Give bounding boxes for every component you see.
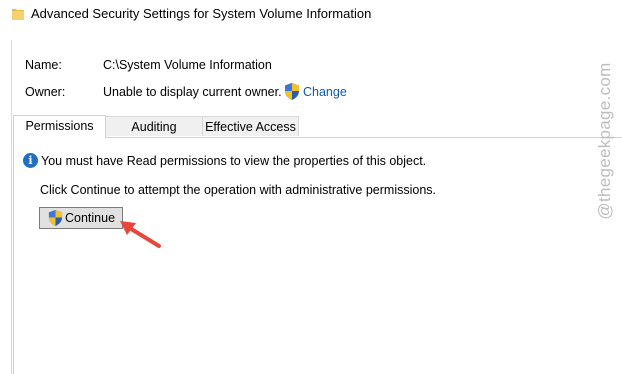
name-label: Name:	[25, 58, 62, 72]
uac-shield-icon	[48, 210, 63, 226]
window-title: Advanced Security Settings for System Vo…	[31, 6, 372, 21]
continue-button-label: Continue	[65, 211, 116, 225]
owner-value: Unable to display current owner.	[103, 85, 282, 99]
tab-effective-access[interactable]: Effective Access	[202, 116, 299, 136]
read-permission-message: You must have Read permissions to view t…	[41, 154, 427, 168]
continue-hint-text: Click Continue to attempt the operation …	[40, 183, 437, 197]
uac-shield-icon[interactable]	[284, 83, 300, 100]
title-bar: Advanced Security Settings for System Vo…	[0, 0, 622, 28]
change-owner-link[interactable]: Change	[303, 84, 347, 100]
advanced-security-settings-window: Advanced Security Settings for System Vo…	[0, 0, 622, 374]
folder-icon	[12, 9, 24, 20]
red-arrow-icon	[120, 221, 161, 248]
info-icon: i	[23, 153, 38, 168]
name-value: C:\System Volume Information	[103, 58, 272, 72]
owner-label: Owner:	[25, 85, 66, 99]
watermark: @thegeekpage.com	[590, 36, 620, 246]
tab-auditing[interactable]: Auditing	[105, 116, 203, 136]
permissions-tab-panel	[13, 137, 622, 374]
watermark-text: @thegeekpage.com	[595, 62, 614, 220]
tab-permissions[interactable]: Permissions	[13, 115, 106, 138]
